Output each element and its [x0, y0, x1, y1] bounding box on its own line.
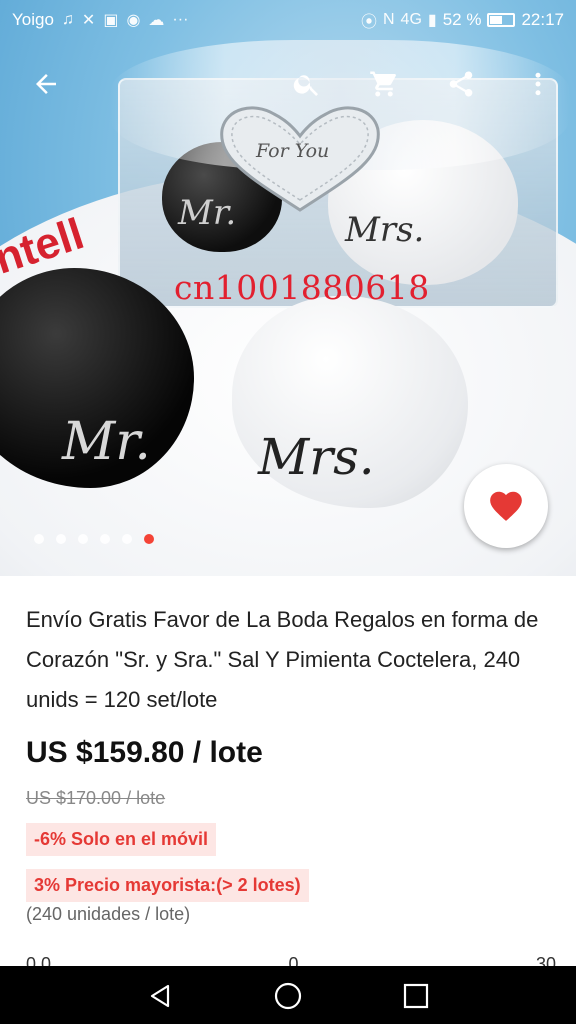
carousel-dot[interactable] [122, 534, 132, 544]
cart-button[interactable] [356, 56, 412, 112]
product-price: US $159.80 / lote [26, 736, 263, 769]
carousel-dot[interactable] [34, 534, 44, 544]
carousel-dot[interactable] [78, 534, 88, 544]
cart-icon [370, 71, 396, 97]
square-recents-icon [403, 983, 429, 1009]
signal-icon: ▮ [427, 12, 437, 29]
wholesale-price-badge[interactable]: 3% Precio mayorista:(> 2 lotes) [26, 869, 309, 902]
more-notifications-icon: ··· [172, 11, 189, 28]
back-button[interactable] [18, 56, 74, 112]
small-mr-text: Mr. [178, 193, 237, 233]
mute-icon: ✕ [81, 12, 96, 29]
seller-watermark: cn1001880618 [174, 268, 430, 307]
app-notification-icon: ◉ [126, 12, 141, 29]
carrier-name: Yoigo [12, 10, 54, 29]
more-options-button[interactable] [510, 56, 566, 112]
big-mrs-text: Mrs. [258, 428, 375, 486]
status-bar: Yoigo ♫ ✕ ▣ ◉ ☁ ··· ⦿ N 4G ▮ 52 % 22:17 [0, 0, 576, 40]
mobile-discount-badge: -6% Solo en el móvil [26, 823, 217, 856]
music-icon: ♫ [61, 11, 74, 28]
carousel-dot[interactable] [56, 534, 66, 544]
carousel-dot-active[interactable] [144, 534, 154, 544]
search-button[interactable] [279, 56, 335, 112]
triangle-back-icon [150, 984, 170, 1008]
circle-home-icon [274, 982, 302, 1010]
carousel-indicator[interactable] [34, 534, 154, 544]
nfc-icon: N [382, 11, 395, 28]
big-mr-text: Mr. [62, 412, 151, 472]
tag-text: For You [256, 140, 330, 162]
calendar-icon: ▣ [103, 12, 119, 29]
more-vert-icon [535, 72, 541, 96]
product-details: Envío Gratis Favor de La Boda Regalos en… [0, 576, 576, 968]
heart-icon [490, 491, 522, 521]
location-icon: ⦿ [360, 14, 377, 31]
nav-home-button[interactable] [268, 976, 308, 1016]
back-arrow-icon [36, 74, 56, 94]
search-icon [293, 75, 318, 96]
system-nav-bar [0, 966, 576, 1024]
share-button[interactable] [433, 56, 489, 112]
cloud-icon: ☁ [148, 12, 165, 29]
network-type: 4G [400, 11, 422, 28]
battery-percent: 52 % [442, 10, 482, 29]
share-icon [449, 71, 473, 97]
clock: 22:17 [521, 10, 564, 29]
carousel-dot[interactable] [100, 534, 110, 544]
product-title: Envío Gratis Favor de La Boda Regalos en… [26, 607, 539, 712]
top-toolbar [0, 56, 576, 112]
nav-recents-button[interactable] [396, 976, 436, 1016]
original-price: US $170.00 / lote [26, 788, 166, 808]
battery-icon [487, 13, 516, 27]
units-per-lot: (240 unidades / lote) [26, 904, 191, 924]
nav-back-button[interactable] [140, 976, 180, 1016]
small-mrs-text: Mrs. [345, 210, 425, 250]
favorite-button[interactable] [464, 464, 548, 548]
